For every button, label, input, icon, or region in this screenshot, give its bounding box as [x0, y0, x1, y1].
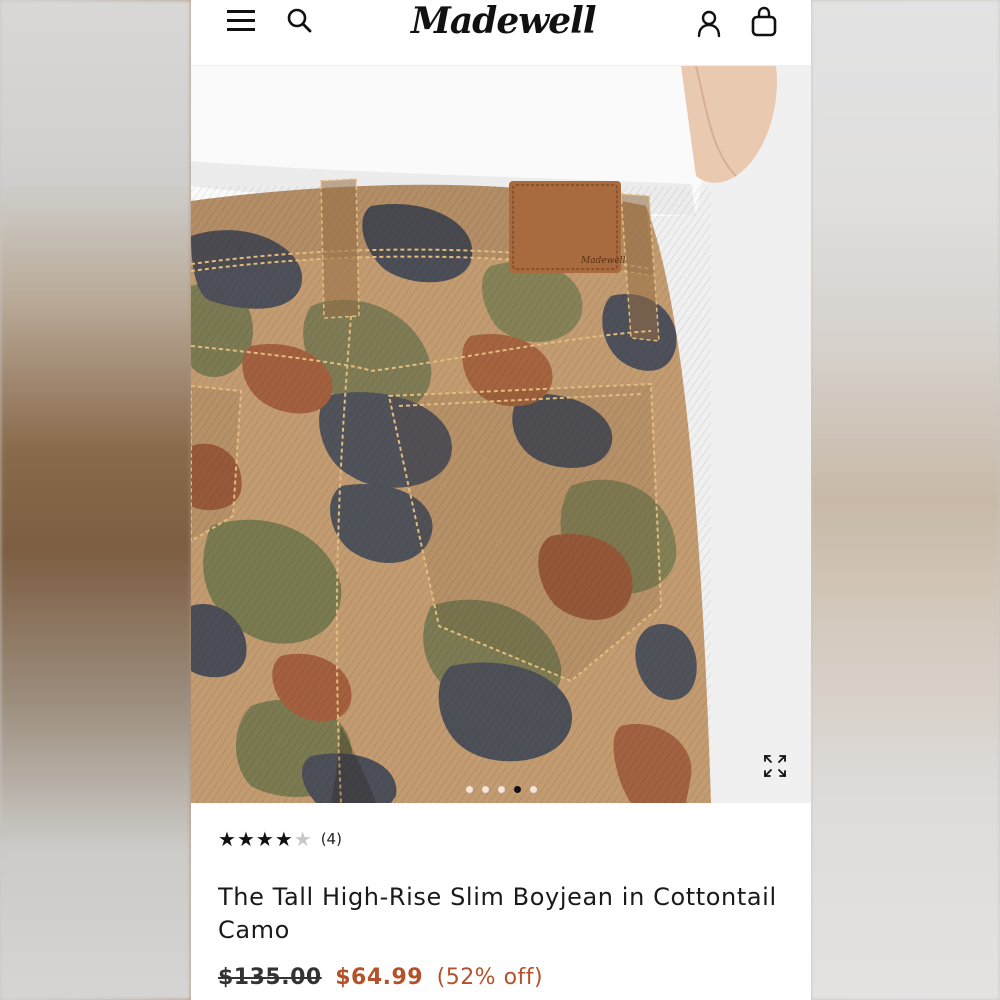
price-row: $135.00 $64.99 (52% off): [218, 965, 543, 990]
star-filled-icon: ★: [236, 826, 255, 851]
product-info: ★★★★★ (4) The Tall High-Rise Slim Boyjea…: [191, 803, 811, 1000]
hamburger-menu-icon[interactable]: [225, 8, 257, 34]
shopping-bag-icon[interactable]: [750, 6, 778, 38]
original-price: $135.00: [218, 965, 322, 990]
star-filled-icon: ★: [255, 826, 274, 851]
top-nav-bar: Madewell: [191, 0, 811, 66]
star-rating[interactable]: ★★★★★ (4): [218, 829, 342, 849]
discount-label: (52% off): [436, 965, 544, 990]
blurred-background-right: [811, 0, 1000, 1000]
search-icon[interactable]: [285, 6, 315, 36]
carousel-indicator: [191, 786, 811, 798]
carousel-dot[interactable]: [497, 786, 505, 793]
account-icon[interactable]: [695, 8, 723, 38]
expand-icon[interactable]: [761, 752, 789, 780]
review-count[interactable]: (4): [321, 830, 342, 848]
product-image-gallery[interactable]: Madewell: [191, 66, 811, 803]
product-photo: Madewell: [191, 66, 811, 803]
carousel-dot[interactable]: [529, 786, 537, 793]
carousel-dot[interactable]: [513, 786, 521, 793]
sale-price: $64.99: [335, 965, 424, 990]
brand-logo[interactable]: Madewell: [411, 0, 597, 46]
star-filled-icon: ★: [274, 826, 293, 851]
patch-logo-text: Madewell: [580, 256, 626, 266]
carousel-dot[interactable]: [465, 786, 473, 793]
star-filled-icon: ★: [218, 826, 236, 851]
star-empty-icon: ★: [293, 826, 312, 851]
carousel-dot[interactable]: [481, 786, 489, 793]
product-title: The Tall High-Rise Slim Boyjean in Cotto…: [218, 883, 777, 944]
blurred-background-left: [0, 0, 191, 1000]
product-page: Madewell Madewell ★★★★★ (4) The Tall Hig…: [191, 0, 811, 1000]
rating-stars: ★★★★★: [218, 829, 313, 850]
